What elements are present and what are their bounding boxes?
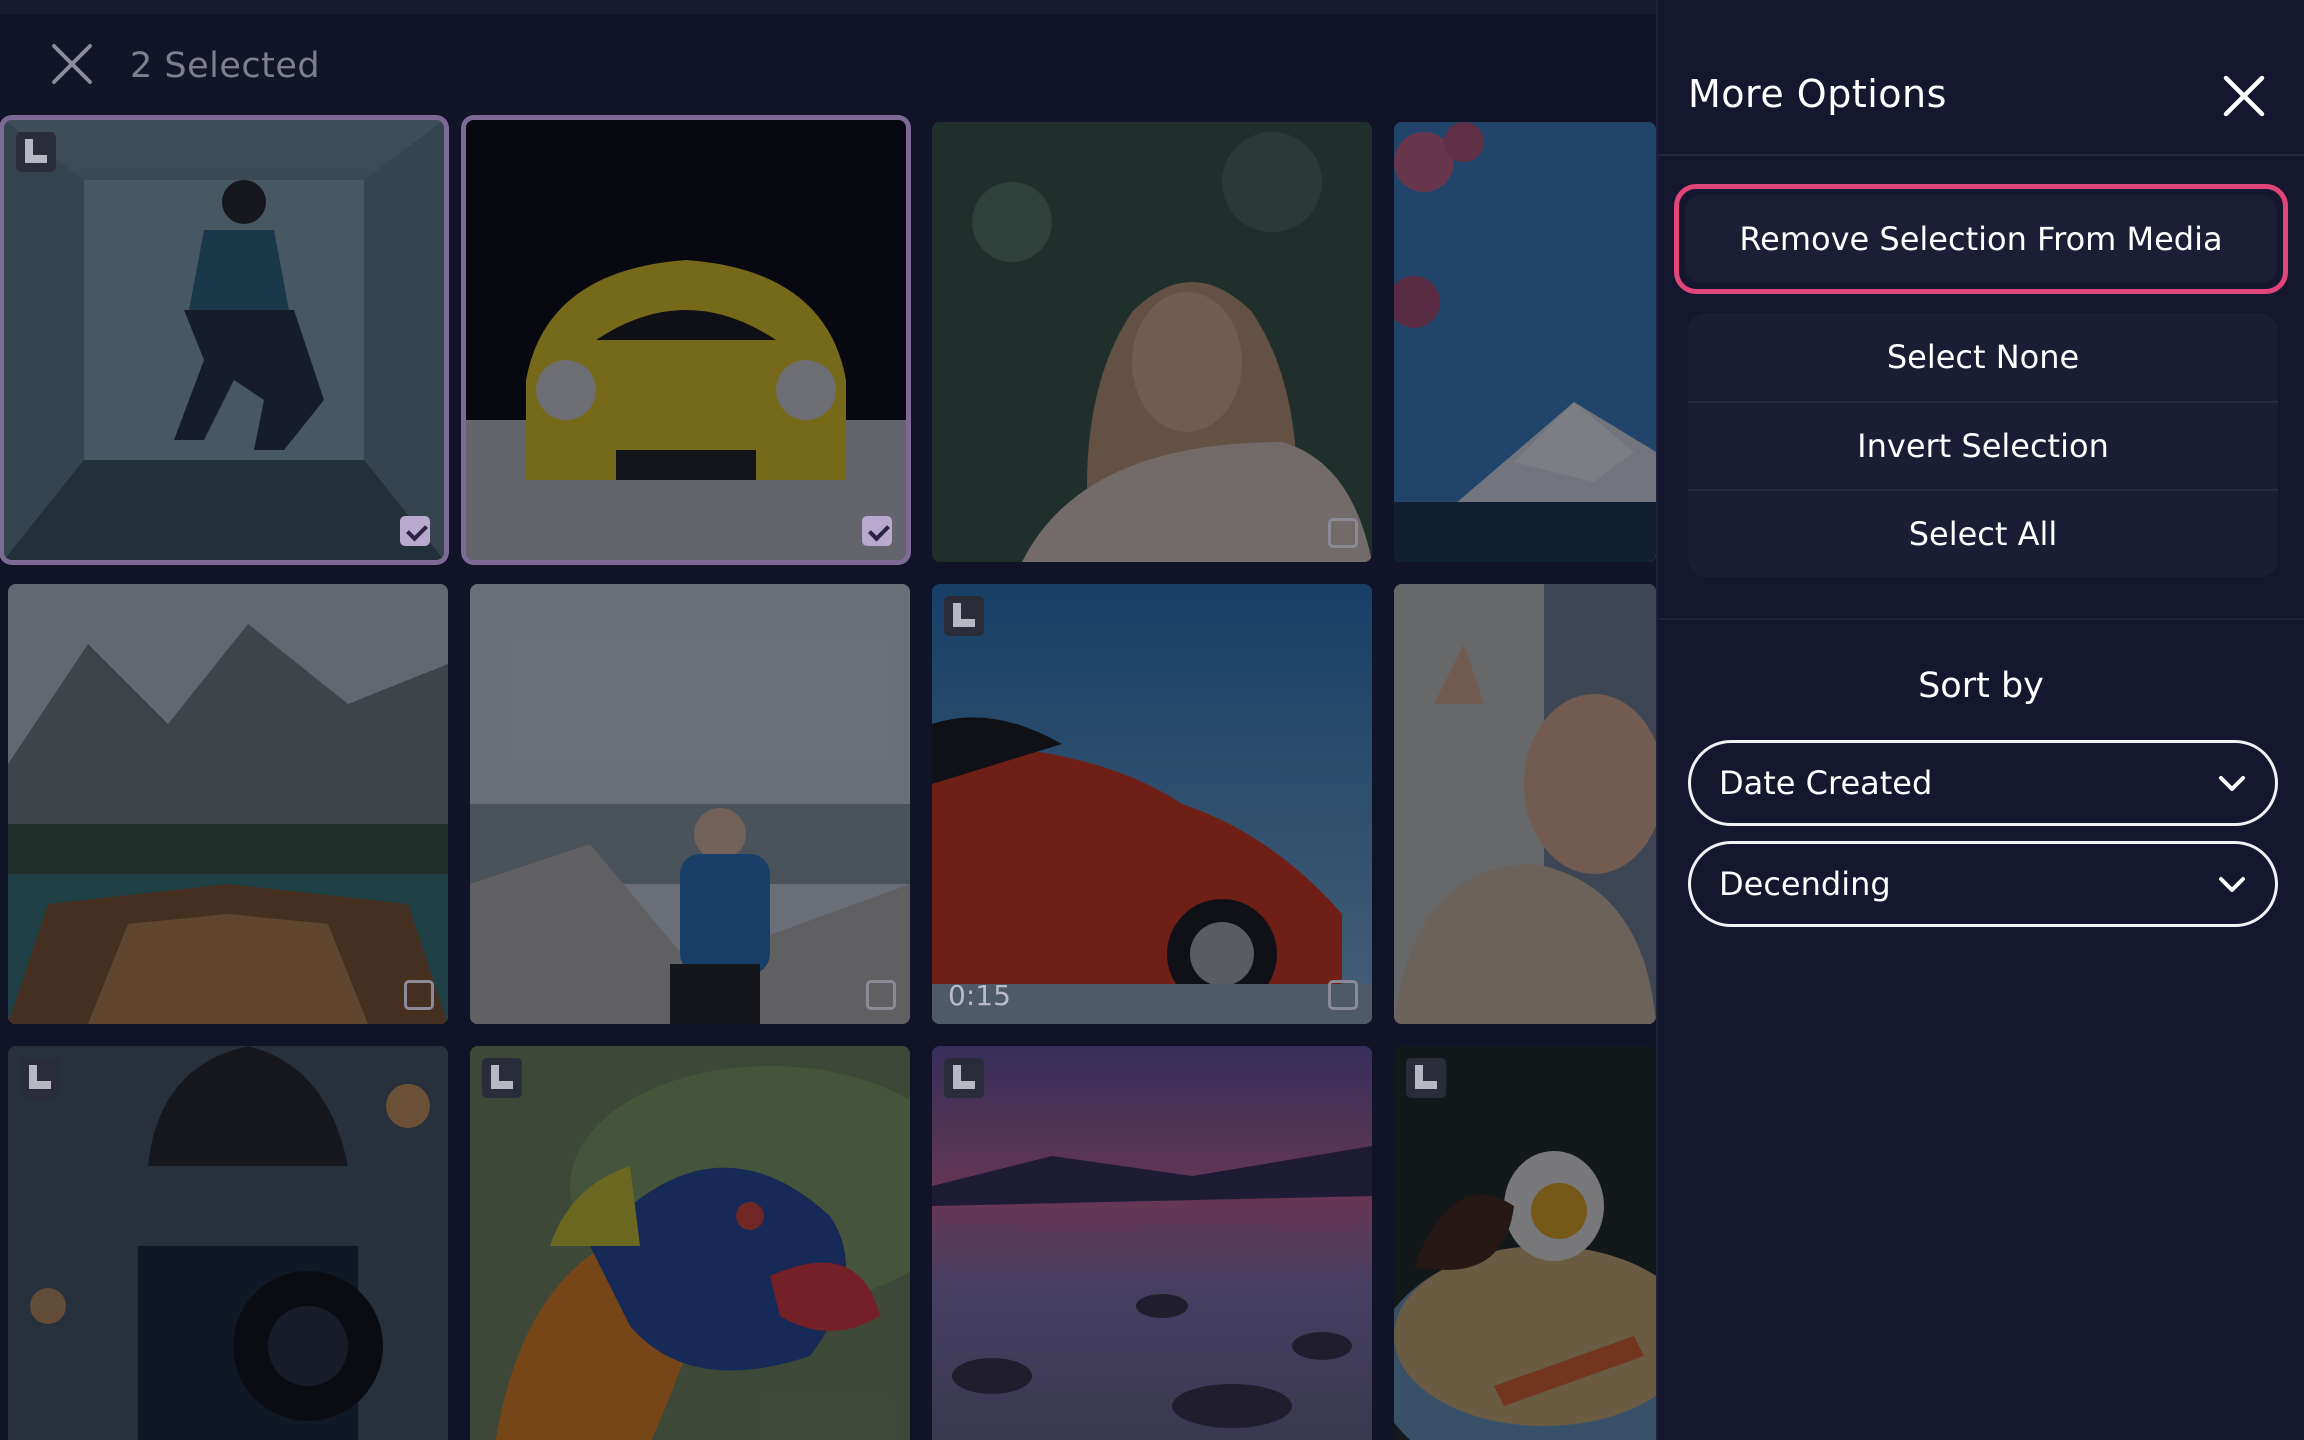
invert-selection-button[interactable]: Invert Selection (1688, 401, 2278, 489)
media-tile[interactable] (1394, 122, 1656, 562)
media-tile[interactable] (8, 584, 448, 1024)
checkbox-icon[interactable] (862, 516, 892, 546)
remove-selection-label: Remove Selection From Media (1685, 195, 2277, 283)
media-grid-area: 2 Selected 0:15 (0, 0, 1656, 1440)
close-icon[interactable] (2220, 72, 2268, 120)
chevron-down-icon (2219, 776, 2245, 791)
checkbox-icon[interactable] (404, 980, 434, 1010)
media-tile[interactable] (932, 1046, 1372, 1440)
selected-count: 2 Selected (130, 46, 321, 86)
edit-badge-icon (944, 596, 984, 636)
media-tile[interactable] (932, 122, 1372, 562)
checkbox-icon[interactable] (1328, 980, 1358, 1010)
video-duration: 0:15 (948, 979, 1011, 1012)
checkbox-icon[interactable] (866, 980, 896, 1010)
media-tile[interactable] (8, 1046, 448, 1440)
media-tile[interactable] (470, 584, 910, 1024)
media-tile[interactable] (470, 1046, 910, 1440)
media-tile[interactable] (466, 120, 906, 560)
edit-badge-icon (1406, 1058, 1446, 1098)
edit-badge-icon (16, 132, 56, 172)
selection-toolbar: 2 Selected (0, 0, 1656, 114)
remove-selection-button[interactable]: Remove Selection From Media (1674, 184, 2288, 294)
checkbox-icon[interactable] (400, 516, 430, 546)
sort-order-value: Decending (1719, 865, 1891, 903)
close-icon[interactable] (46, 38, 98, 90)
checkbox-icon[interactable] (1328, 518, 1358, 548)
panel-title: More Options (1688, 72, 1947, 116)
edit-badge-icon (20, 1058, 60, 1098)
sort-by-label: Sort by (1918, 666, 2044, 706)
more-options-panel: More Options Remove Selection From Media… (1656, 0, 2304, 1440)
chevron-down-icon (2219, 877, 2245, 892)
divider (1658, 154, 2304, 156)
select-none-button[interactable]: Select None (1688, 313, 2278, 401)
sort-field-value: Date Created (1719, 764, 1933, 802)
media-tile[interactable]: 0:15 (932, 584, 1372, 1024)
divider (1658, 618, 2304, 620)
select-all-button[interactable]: Select All (1688, 489, 2278, 577)
media-tile[interactable] (4, 120, 444, 560)
edit-badge-icon (944, 1058, 984, 1098)
sort-order-dropdown[interactable]: Decending (1688, 841, 2278, 927)
media-tile[interactable] (1394, 1046, 1656, 1440)
selection-actions-group: Select None Invert Selection Select All (1688, 313, 2278, 577)
media-tile[interactable] (1394, 584, 1656, 1024)
sort-field-dropdown[interactable]: Date Created (1688, 740, 2278, 826)
edit-badge-icon (482, 1058, 522, 1098)
